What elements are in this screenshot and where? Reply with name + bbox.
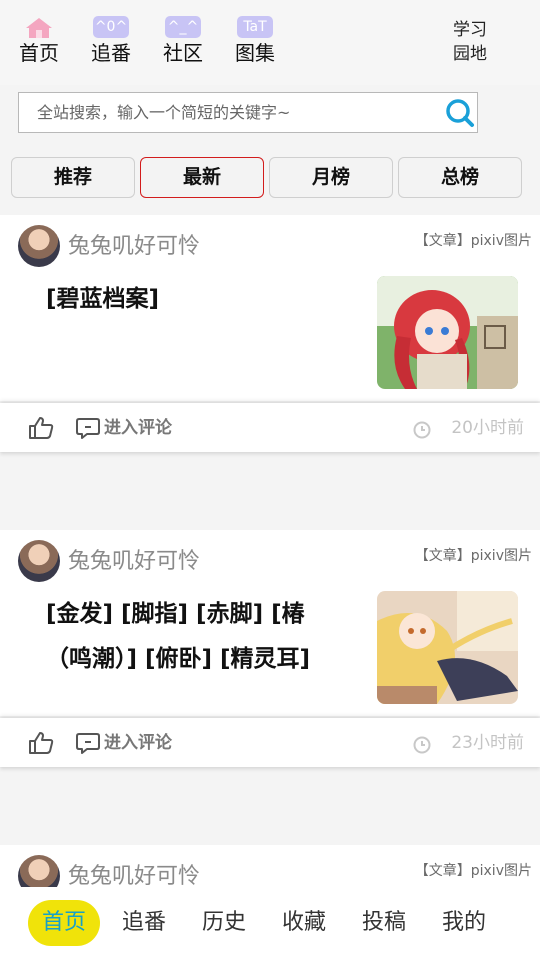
post-time: 20小时前 (413, 415, 524, 441)
tab-all-time[interactable]: 总榜 (398, 157, 522, 198)
post-time: 23小时前 (413, 730, 524, 756)
emoticon-badge: ^_^ (165, 16, 201, 38)
post-card-body[interactable]: 兔兔叽好可怜 【文章】pixiv图片 [金发] [脚指] [赤脚] [椿（鸣潮）… (0, 530, 540, 716)
thumbs-up-icon[interactable] (28, 416, 54, 440)
nav-label: 图集 (235, 41, 275, 65)
comment-icon (76, 732, 100, 754)
post-category: 【文章】pixiv图片 (414, 548, 532, 564)
tab-latest[interactable]: 最新 (140, 157, 264, 198)
nav-item-community[interactable]: ^_^ 社区 (159, 16, 207, 72)
avatar[interactable] (18, 225, 60, 267)
author-name[interactable]: 兔兔叽好可怜 (68, 860, 200, 887)
clock-icon (413, 736, 431, 754)
post-category: 【文章】pixiv图片 (414, 863, 532, 879)
nav-item-gallery[interactable]: TaT 图集 (231, 16, 279, 72)
comment-icon (76, 417, 100, 439)
bottom-tab-home[interactable]: 首页 (28, 900, 100, 946)
thumbs-up-icon[interactable] (28, 731, 54, 755)
post-card[interactable]: 兔兔叽好可怜 【文章】pixiv图片 [碧蓝档案] 进入评论 20小时前 (0, 215, 540, 452)
search-input[interactable] (19, 93, 419, 132)
nav-label: 追番 (91, 41, 131, 65)
post-card[interactable]: 兔兔叽好可怜 【文章】pixiv图片 (0, 845, 540, 887)
post-card-body[interactable]: 兔兔叽好可怜 【文章】pixiv图片 (0, 845, 540, 887)
bottom-tab-anime[interactable]: 追番 (108, 900, 180, 946)
nav-label: 社区 (163, 41, 203, 65)
post-actions: 进入评论 20小时前 (0, 403, 540, 452)
avatar[interactable] (18, 855, 60, 887)
enter-comments-link[interactable]: 进入评论 (76, 730, 172, 756)
author-name[interactable]: 兔兔叽好可怜 (68, 230, 200, 264)
tab-recommended[interactable]: 推荐 (11, 157, 135, 198)
feed-tabs: 推荐 最新 月榜 总榜 (0, 157, 540, 199)
nav-item-home[interactable]: 首页 (15, 16, 63, 72)
bottom-tab-favorites[interactable]: 收藏 (268, 900, 340, 946)
comment-label: 进入评论 (104, 733, 172, 753)
post-card-body[interactable]: 兔兔叽好可怜 【文章】pixiv图片 [碧蓝档案] (0, 215, 540, 401)
post-title[interactable]: [碧蓝档案] (32, 277, 332, 322)
avatar[interactable] (18, 540, 60, 582)
search-icon[interactable] (443, 98, 477, 128)
emoticon-badge: TaT (237, 16, 273, 38)
post-card[interactable]: 兔兔叽好可怜 【文章】pixiv图片 [金发] [脚指] [赤脚] [椿（鸣潮）… (0, 530, 540, 767)
bottom-tab-history[interactable]: 历史 (188, 900, 260, 946)
enter-comments-link[interactable]: 进入评论 (76, 415, 172, 441)
post-thumbnail[interactable] (377, 276, 518, 389)
tab-monthly[interactable]: 月榜 (269, 157, 393, 198)
bottom-tab-submit[interactable]: 投稿 (348, 900, 420, 946)
nav-label: 首页 (19, 41, 59, 65)
bottom-tab-profile[interactable]: 我的 (428, 900, 500, 946)
post-actions: 进入评论 23小时前 (0, 718, 540, 767)
house-icon (21, 16, 57, 38)
time-text: 20小时前 (451, 418, 524, 438)
post-title[interactable]: [金发] [脚指] [赤脚] [椿（鸣潮）] [俯卧] [精灵耳] (32, 592, 342, 682)
post-category: 【文章】pixiv图片 (414, 233, 532, 249)
study-area-link[interactable]: 学习园地 (446, 18, 494, 66)
search-bar[interactable] (18, 92, 478, 133)
clock-icon (413, 421, 431, 439)
emoticon-badge: ^0^ (93, 16, 129, 38)
time-text: 23小时前 (451, 733, 524, 753)
top-nav: 首页 ^0^ 追番 ^_^ 社区 TaT 图集 学习园地 (0, 0, 540, 85)
nav-item-anime[interactable]: ^0^ 追番 (87, 16, 135, 72)
post-thumbnail[interactable] (377, 591, 518, 704)
bottom-nav: 首页 追番 历史 收藏 投稿 我的 (0, 887, 540, 960)
author-name[interactable]: 兔兔叽好可怜 (68, 545, 200, 579)
comment-label: 进入评论 (104, 418, 172, 438)
